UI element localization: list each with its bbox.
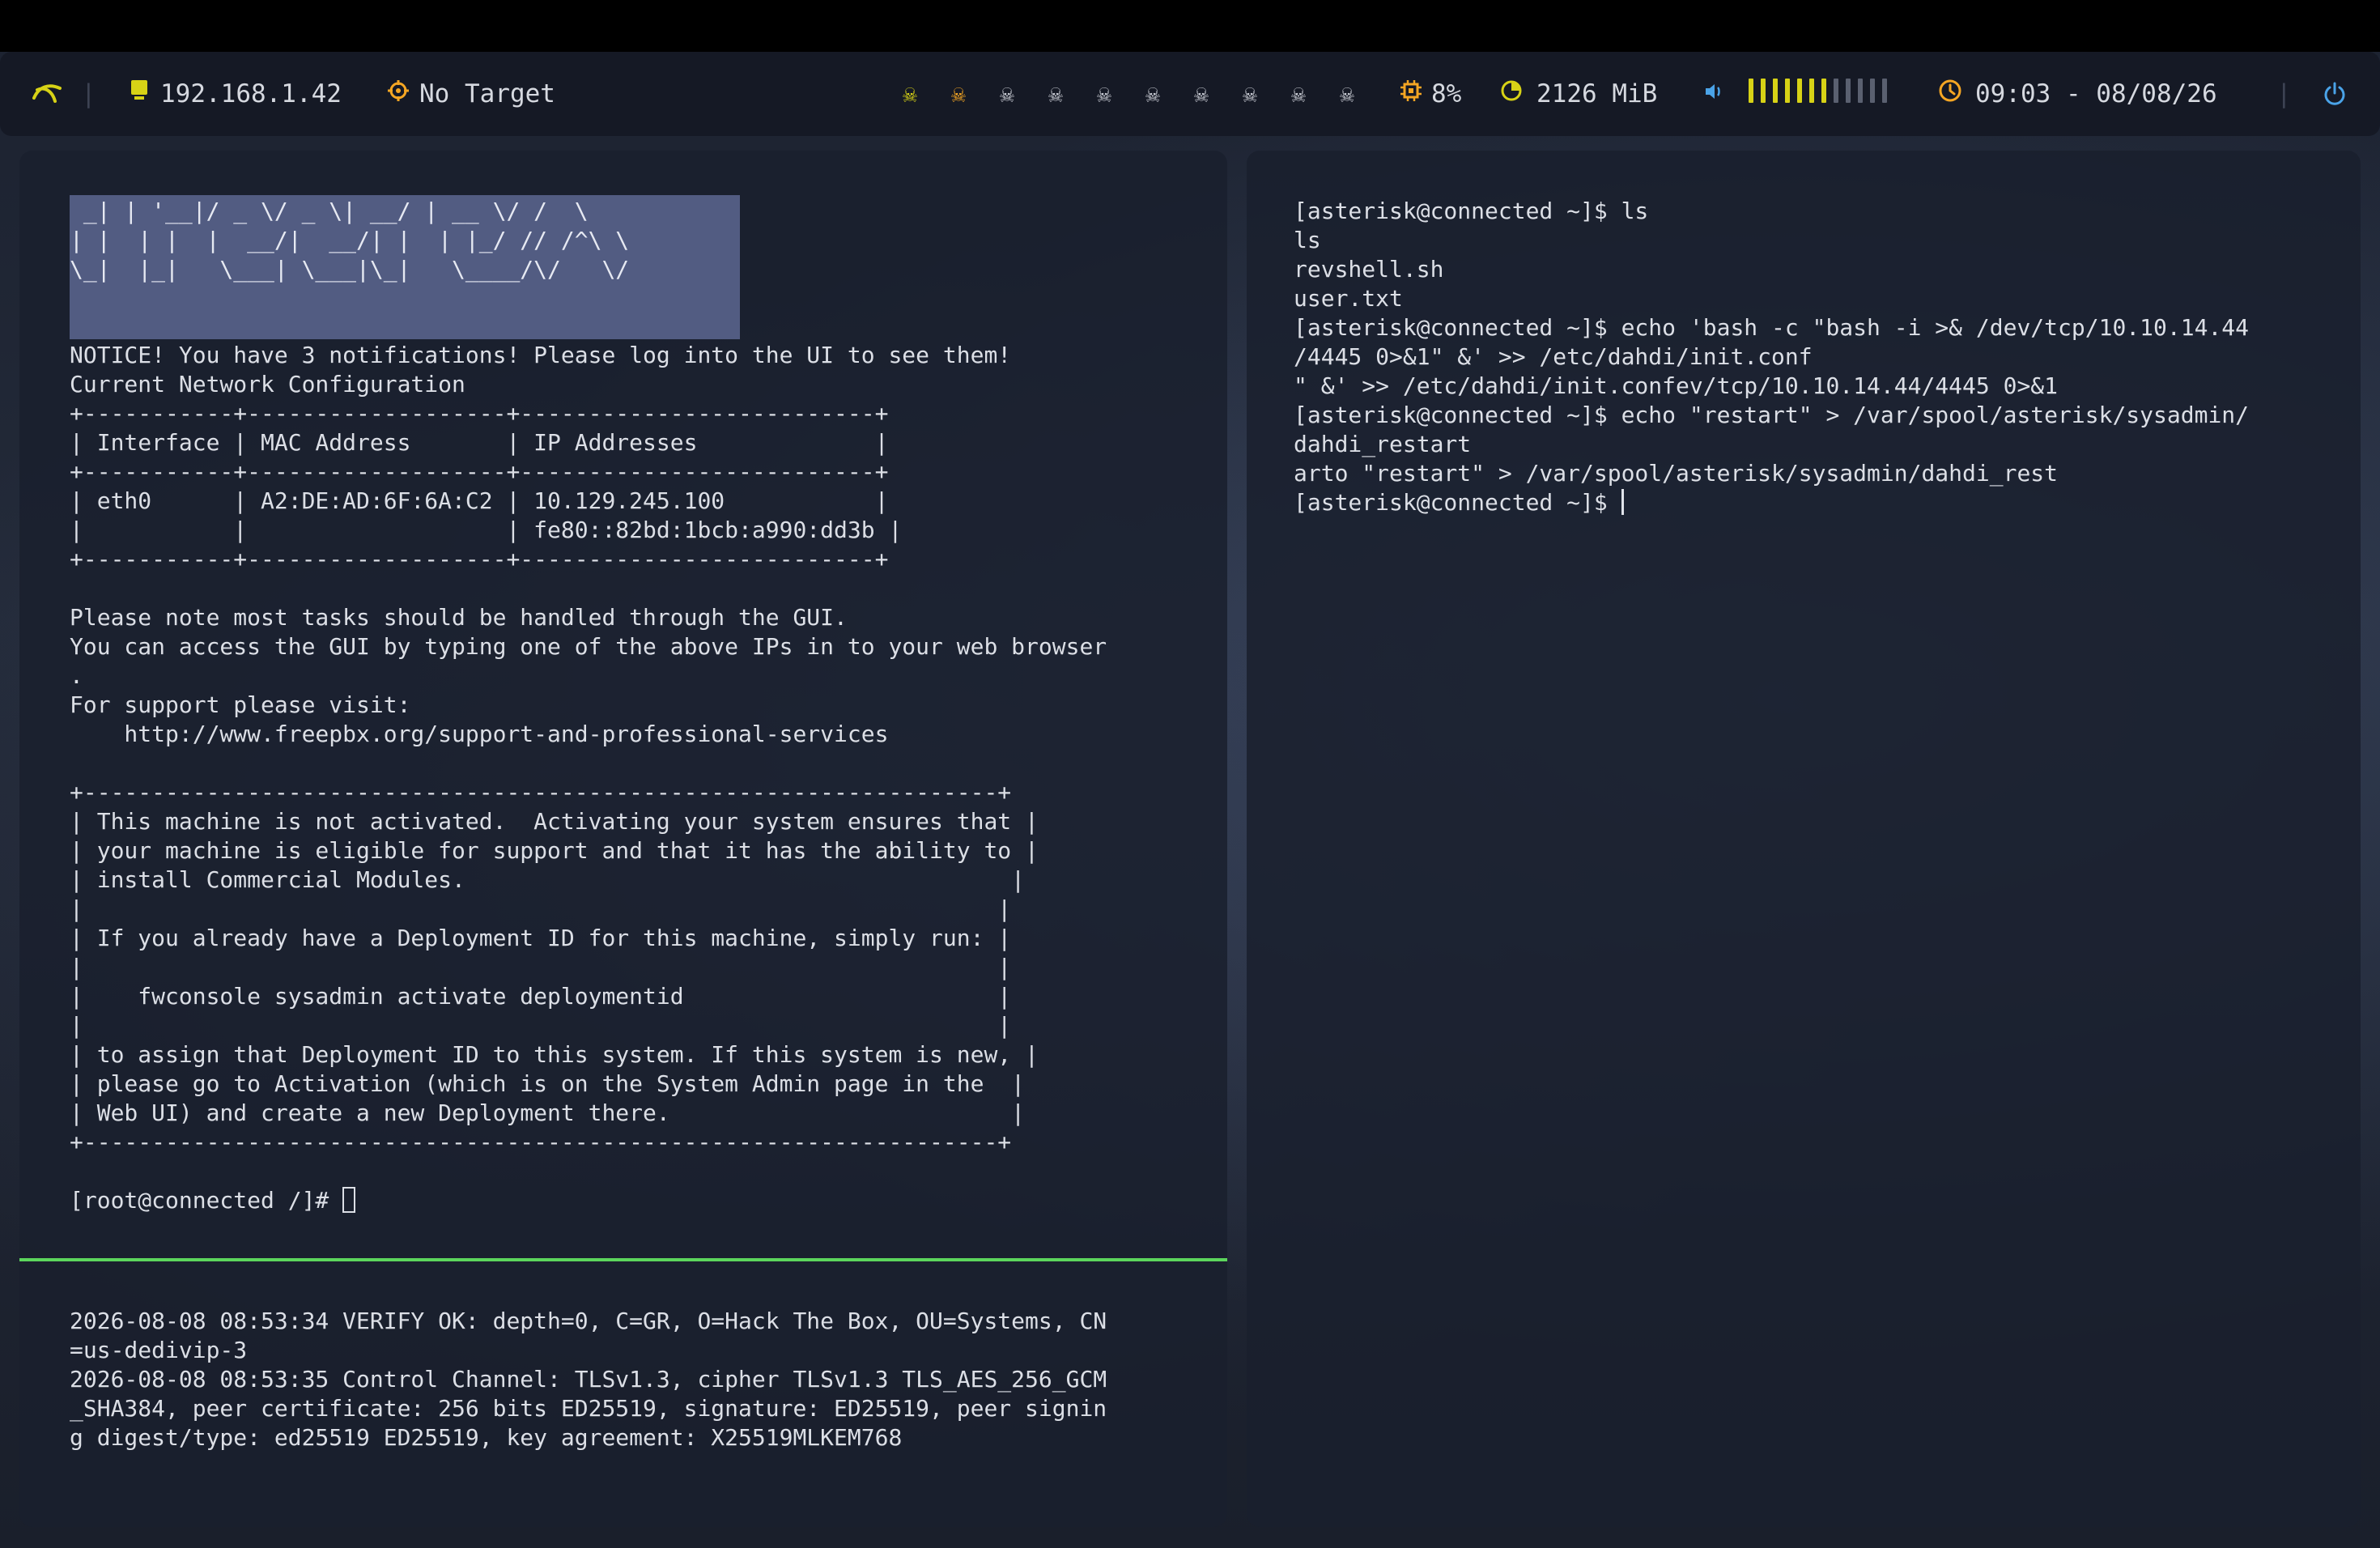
memory-icon (1499, 79, 1524, 109)
workspace-2-skull-icon[interactable]: ☠ (934, 80, 983, 108)
freepbx-ascii-banner: _| | '__|/ _ \/ _ \| __/ | __ \/ / \ | |… (70, 198, 630, 283)
root-prompt: [root@connected /]# (70, 1187, 343, 1214)
workspace-4-skull-icon[interactable]: ☠ (1031, 80, 1080, 108)
workspace-3-skull-icon[interactable]: ☠ (983, 80, 1031, 108)
workspace-7-skull-icon[interactable]: ☠ (1177, 80, 1226, 108)
separator: | (2276, 79, 2292, 108)
terminal-cursor (1621, 489, 1624, 515)
arch-icon[interactable] (31, 52, 63, 136)
left-terminal-output: NOTICE! You have 3 notifications! Please… (70, 342, 1107, 1155)
volume-level-bar[interactable] (1749, 79, 1894, 109)
memory-usage: 2126 MiB (1536, 79, 1658, 108)
clock-text: 09:03 - 08/08/26 (1975, 79, 2217, 108)
volume-tick (1785, 79, 1790, 103)
target-icon (387, 79, 410, 108)
volume-tick (1858, 79, 1863, 103)
asterisk-prompt: [asterisk@connected ~]$ (1294, 489, 1621, 516)
top-edge (0, 0, 2380, 52)
vpn-log-output: 2026-08-08 08:53:34 VERIFY OK: depth=0, … (70, 1308, 1107, 1451)
clock-widget[interactable]: 09:03 - 08/08/26 (1938, 52, 2217, 136)
volume-tick (1809, 79, 1814, 103)
status-bar: | 192.168.1.42 No Target ☠ ☠ ☠ ☠ ☠ ☠ ☠ ☠… (0, 52, 2380, 136)
workspace-6-skull-icon[interactable]: ☠ (1128, 80, 1177, 108)
memory-widget[interactable]: 2126 MiB (1499, 52, 1657, 136)
right-terminal-prompt-line[interactable]: [asterisk@connected ~]$ (1294, 488, 1624, 517)
pane-divider[interactable] (19, 1258, 1227, 1261)
volume-widget[interactable] (1703, 52, 1894, 136)
terminal-cursor (342, 1187, 356, 1213)
workspace-1-skull-icon[interactable]: ☠ (886, 80, 934, 108)
workspace-8-skull-icon[interactable]: ☠ (1226, 80, 1274, 108)
volume-tick (1846, 79, 1851, 103)
volume-tick (1821, 79, 1826, 103)
target-widget[interactable]: No Target (387, 52, 555, 136)
cpu-usage: 8% (1431, 79, 1462, 108)
cpu-widget[interactable]: 8% (1399, 52, 1461, 136)
volume-tick (1773, 79, 1778, 103)
separator: | (81, 79, 96, 108)
volume-tick (1870, 79, 1875, 103)
workspace-switcher: ☠ ☠ ☠ ☠ ☠ ☠ ☠ ☠ ☠ ☠ (886, 52, 1371, 136)
workspace-9-skull-icon[interactable]: ☠ (1274, 80, 1323, 108)
clock-icon (1938, 79, 1962, 109)
volume-icon (1703, 79, 1724, 108)
left-terminal-prompt-line[interactable]: [root@connected /]# (70, 1186, 356, 1215)
volume-tick (1882, 79, 1887, 103)
volume-tick (1749, 79, 1753, 103)
ip-address: 192.168.1.42 (160, 79, 342, 108)
volume-tick (1761, 79, 1766, 103)
power-icon[interactable] (2322, 52, 2348, 136)
volume-tick (1797, 79, 1802, 103)
volume-tick (1834, 79, 1838, 103)
desktop: | 192.168.1.42 No Target ☠ ☠ ☠ ☠ ☠ ☠ ☠ ☠… (0, 0, 2380, 1548)
cpu-icon (1399, 79, 1423, 109)
target-label: No Target (419, 79, 555, 108)
monitor-icon (130, 79, 149, 109)
right-terminal-output: [asterisk@connected ~]$ ls ls revshell.s… (1294, 198, 2250, 487)
ip-widget[interactable]: 192.168.1.42 (130, 52, 342, 136)
workspace-5-skull-icon[interactable]: ☠ (1080, 80, 1128, 108)
workspace-10-skull-icon[interactable]: ☠ (1323, 80, 1371, 108)
